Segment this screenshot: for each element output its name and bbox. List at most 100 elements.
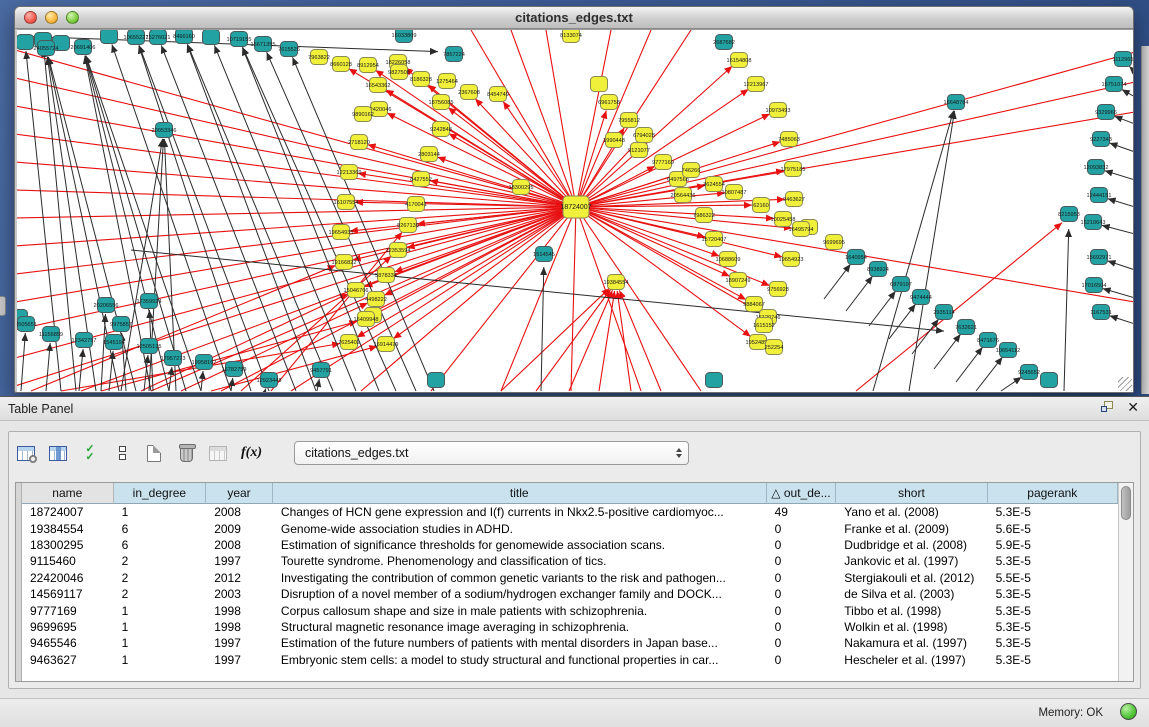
table-row[interactable]: 1872400712008Changes of HCN gene express…	[22, 504, 1118, 520]
table-cell[interactable]: 5.6E-5	[988, 522, 1118, 536]
table-cell[interactable]: Structural magnetic resonance image aver…	[273, 620, 767, 634]
network-window-titlebar[interactable]: citations_edges.txt	[15, 7, 1133, 29]
table-cell[interactable]: 5.5E-5	[988, 571, 1118, 585]
table-cell[interactable]: Changes of HCN gene expression and I(f) …	[273, 505, 767, 519]
table-cell[interactable]: 1	[114, 604, 207, 618]
table-row[interactable]: 1938455462009Genome-wide association stu…	[22, 520, 1118, 536]
table-row[interactable]: 911546021997Tourette syndrome. Phenomeno…	[22, 553, 1118, 569]
graph-node[interactable]	[203, 30, 220, 45]
graph-node[interactable]	[17, 35, 34, 50]
close-panel-icon[interactable]: ✕	[1127, 400, 1139, 414]
table-cell[interactable]: Stergiakouli et al. (2012)	[836, 571, 987, 585]
table-cell[interactable]: 0	[767, 636, 837, 650]
table-cell[interactable]: Genome-wide association studies in ADHD.	[273, 522, 767, 536]
table-cell[interactable]: Corpus callosum shape and size in male p…	[273, 604, 767, 618]
function-builder-button[interactable]: f(x)	[241, 441, 262, 465]
table-cell[interactable]: 0	[767, 620, 837, 634]
table-cell[interactable]: 22420046	[22, 571, 114, 585]
table-cell[interactable]: Jankovic et al. (1997)	[836, 554, 987, 568]
table-settings-button[interactable]	[17, 441, 35, 465]
memory-ok-icon[interactable]	[1120, 703, 1137, 720]
select-columns-button[interactable]	[49, 441, 67, 465]
table-cell[interactable]: 49	[767, 505, 837, 519]
table-cell[interactable]: 5.3E-5	[988, 636, 1118, 650]
graph-node[interactable]	[1041, 373, 1058, 388]
table-cell[interactable]: 6	[114, 522, 207, 536]
table-cell[interactable]: Nakamura et al. (1997)	[836, 636, 987, 650]
import-table-button[interactable]	[209, 441, 227, 465]
table-cell[interactable]: 2	[114, 554, 207, 568]
table-cell[interactable]: 1997	[206, 653, 273, 667]
table-cell[interactable]: 6	[114, 538, 207, 552]
window-resize-grip[interactable]	[1118, 377, 1132, 391]
table-row[interactable]: 1456911722003Disruption of a novel membe…	[22, 586, 1118, 602]
table-cell[interactable]: Wolkin et al. (1998)	[836, 620, 987, 634]
table-cell[interactable]: 0	[767, 554, 837, 568]
table-cell[interactable]: Estimation of the future numbers of pati…	[273, 636, 767, 650]
table-selector-dropdown[interactable]: citations_edges.txt	[294, 441, 689, 465]
table-cell[interactable]: 0	[767, 571, 837, 585]
table-cell[interactable]: 1	[114, 620, 207, 634]
table-row[interactable]: 1830029562008Estimation of significance …	[22, 537, 1118, 553]
table-cell[interactable]: Yano et al. (2008)	[836, 505, 987, 519]
table-cell[interactable]: 9465546	[22, 636, 114, 650]
table-cell[interactable]: 1	[114, 653, 207, 667]
table-cell[interactable]: 18724007	[22, 505, 114, 519]
table-row[interactable]: 977716911998Corpus callosum shape and si…	[22, 602, 1118, 618]
table-cell[interactable]: 0	[767, 604, 837, 618]
table-vertical-scrollbar[interactable]	[1118, 483, 1133, 681]
table-cell[interactable]: Estimation of significance thresholds fo…	[273, 538, 767, 552]
graph-node[interactable]	[591, 77, 608, 92]
table-row[interactable]: 969969511998Structural magnetic resonanc…	[22, 619, 1118, 635]
table-cell[interactable]: 2008	[206, 505, 273, 519]
table-cell[interactable]: 9699695	[22, 620, 114, 634]
table-cell[interactable]: 1997	[206, 554, 273, 568]
zoom-window-icon[interactable]	[66, 11, 79, 24]
table-cell[interactable]: 5.3E-5	[988, 653, 1118, 667]
graph-node[interactable]	[101, 30, 118, 44]
column-header-1[interactable]: in_degree	[114, 483, 207, 504]
column-header-4[interactable]: △ out_de...	[767, 483, 837, 504]
table-cell[interactable]: Investigating the contribution of common…	[273, 571, 767, 585]
table-cell[interactable]: Embryonic stem cells: a model to study s…	[273, 653, 767, 667]
network-window[interactable]: citations_edges.txt 24055724206914061065…	[14, 6, 1134, 393]
table-cell[interactable]: 2	[114, 571, 207, 585]
table-cell[interactable]: 1997	[206, 636, 273, 650]
table-cell[interactable]: 9463627	[22, 653, 114, 667]
close-window-icon[interactable]	[24, 11, 37, 24]
table-cell[interactable]: Tibbo et al. (1998)	[836, 604, 987, 618]
column-header-5[interactable]: short	[836, 483, 987, 504]
table-cell[interactable]: 5.3E-5	[988, 505, 1118, 519]
delete-column-button[interactable]	[177, 441, 195, 465]
table-cell[interactable]: 2008	[206, 538, 273, 552]
table-cell[interactable]: Dudbridge et al. (2008)	[836, 538, 987, 552]
table-cell[interactable]: 5.3E-5	[988, 554, 1118, 568]
table-row[interactable]: 946554611997Estimation of the future num…	[22, 635, 1118, 651]
table-cell[interactable]: 2012	[206, 571, 273, 585]
network-canvas[interactable]: 2405572420691406106552271527602184661601…	[17, 29, 1133, 392]
table-cell[interactable]: 1998	[206, 604, 273, 618]
table-cell[interactable]: 0	[767, 587, 837, 601]
column-header-6[interactable]: pagerank	[988, 483, 1118, 504]
toggle-columns-button[interactable]: ✓✓	[81, 441, 99, 465]
graph-node[interactable]	[428, 373, 445, 388]
new-column-button[interactable]	[145, 441, 163, 465]
table-cell[interactable]: 5.3E-5	[988, 604, 1118, 618]
table-cell[interactable]: 1998	[206, 620, 273, 634]
table-cell[interactable]: 2003	[206, 587, 273, 601]
table-cell[interactable]: 5.9E-5	[988, 538, 1118, 552]
table-cell[interactable]: 0	[767, 538, 837, 552]
table-cell[interactable]: de Silva et al. (2003)	[836, 587, 987, 601]
float-panel-icon[interactable]	[1101, 401, 1115, 413]
table-cell[interactable]: 18300295	[22, 538, 114, 552]
table-cell[interactable]: 19384554	[22, 522, 114, 536]
table-cell[interactable]: Hescheler et al. (1997)	[836, 653, 987, 667]
column-header-3[interactable]: title	[273, 483, 767, 504]
row-height-button[interactable]	[113, 441, 131, 465]
graph-node[interactable]	[706, 373, 723, 388]
table-cell[interactable]: 9115460	[22, 554, 114, 568]
scrollbar-thumb[interactable]	[1121, 486, 1131, 520]
table-cell[interactable]: 2009	[206, 522, 273, 536]
table-cell[interactable]: 2	[114, 587, 207, 601]
table-cell[interactable]: 0	[767, 653, 837, 667]
